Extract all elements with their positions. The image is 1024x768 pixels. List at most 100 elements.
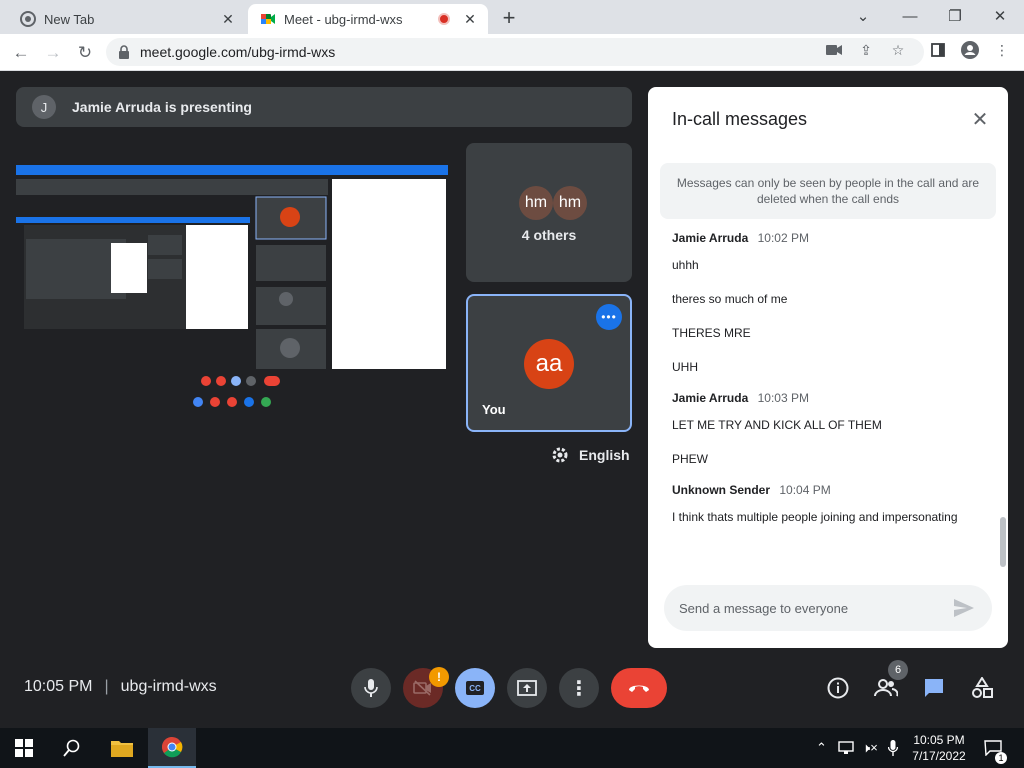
chat-input-box xyxy=(664,585,992,631)
presenting-text: Jamie Arruda is presenting xyxy=(72,99,252,115)
windows-logo-icon xyxy=(15,739,33,757)
more-vert-icon: ⋮ xyxy=(569,677,589,700)
send-icon[interactable] xyxy=(952,596,976,620)
share-icon[interactable]: ⇪ xyxy=(856,40,876,60)
folder-icon xyxy=(111,741,133,757)
bookmark-star-icon[interactable]: ☆ xyxy=(888,40,908,60)
message-header: Jamie Arruda 10:03 PM xyxy=(672,391,992,405)
meeting-details-button[interactable] xyxy=(822,672,854,704)
camera-warning-badge: ! xyxy=(429,667,449,687)
close-tab-icon[interactable]: ✕ xyxy=(460,9,480,29)
more-options-button[interactable]: ⋮ xyxy=(559,668,599,708)
message-text: I think thats multiple people joining an… xyxy=(672,510,958,524)
tab-title: New Tab xyxy=(44,11,95,27)
present-now-button[interactable] xyxy=(507,668,547,708)
volume-muted-icon[interactable]: 🕨× xyxy=(862,728,878,768)
separator: | xyxy=(104,678,109,695)
activities-button[interactable] xyxy=(966,672,998,704)
sender-name: Jamie Arruda xyxy=(672,391,749,405)
captions-button[interactable]: CC xyxy=(455,668,495,708)
message-text: UHH xyxy=(672,360,698,374)
self-tile[interactable]: ••• aa You xyxy=(466,294,632,432)
recording-icon xyxy=(438,13,450,25)
close-panel-icon[interactable]: ✕ xyxy=(968,107,992,131)
tab-search-icon[interactable]: ⌄ xyxy=(851,4,875,28)
camera-in-use-icon[interactable] xyxy=(824,40,844,60)
search-icon xyxy=(63,739,80,757)
gear-icon xyxy=(552,447,568,463)
message-text: uhhh xyxy=(672,258,699,272)
shared-screen-image xyxy=(16,163,450,413)
people-icon xyxy=(874,679,898,697)
back-icon[interactable]: ← xyxy=(8,40,34,66)
panel-title: In-call messages xyxy=(672,109,808,129)
meeting-time: 10:05 PM xyxy=(24,678,93,695)
sender-name: Unknown Sender xyxy=(672,483,771,497)
tray-chevron-icon[interactable]: ⌃ xyxy=(816,728,827,768)
close-tab-icon[interactable]: ✕ xyxy=(218,9,238,29)
url-text: meet.google.com/ubg-irmd-wxs xyxy=(140,44,336,60)
message-text: PHEW xyxy=(672,452,708,466)
address-bar[interactable]: meet.google.com/ubg-irmd-wxs xyxy=(106,38,924,66)
tab-new-tab[interactable]: New Tab ✕ xyxy=(8,4,246,34)
present-screen-icon xyxy=(517,680,537,696)
tab-meet[interactable]: Meet - ubg-irmd-wxs ✕ xyxy=(248,4,488,34)
profile-icon[interactable] xyxy=(960,40,980,60)
presenter-avatar: J xyxy=(32,95,56,119)
tile-more-options-button[interactable]: ••• xyxy=(596,304,622,330)
taskbar-clock[interactable]: 10:05 PM 7/17/2022 xyxy=(905,732,973,764)
network-icon[interactable] xyxy=(838,728,854,768)
chrome-icon xyxy=(162,737,183,758)
captions-language-button[interactable]: English xyxy=(551,446,630,464)
minimize-icon[interactable]: — xyxy=(898,4,922,28)
shared-screen-thumbnail xyxy=(16,163,450,413)
self-label: You xyxy=(482,402,506,417)
close-window-icon[interactable]: ✕ xyxy=(988,4,1012,28)
leave-call-button[interactable] xyxy=(611,668,667,708)
message-time: 10:02 PM xyxy=(757,231,809,245)
browser-tab-strip: New Tab ✕ Meet - ubg-irmd-wxs ✕ + ⌄ — ❐ … xyxy=(0,0,1024,34)
file-explorer-button[interactable] xyxy=(98,728,146,768)
others-count-label: 4 others xyxy=(521,227,577,243)
start-button[interactable] xyxy=(0,728,48,768)
message-text: LET ME TRY AND KICK ALL OF THEM xyxy=(672,418,882,432)
chat-message-input[interactable] xyxy=(679,600,952,616)
others-tile[interactable]: hm hm 4 others xyxy=(466,143,632,282)
avatar: hm xyxy=(519,186,553,220)
microphone-button[interactable] xyxy=(351,668,391,708)
chrome-menu-icon[interactable]: ⋮ xyxy=(992,40,1012,60)
clock-date: 7/17/2022 xyxy=(912,749,966,763)
chrome-taskbar-button[interactable] xyxy=(148,728,196,768)
avatar: hm xyxy=(553,186,587,220)
others-avatars: hm hm xyxy=(519,186,587,220)
side-panel-icon[interactable] xyxy=(928,40,948,60)
taskbar-search-button[interactable] xyxy=(48,728,96,768)
hang-up-icon xyxy=(629,685,649,692)
captions-icon: CC xyxy=(466,681,484,695)
forward-icon[interactable]: → xyxy=(40,40,66,66)
sender-name: Jamie Arruda xyxy=(672,231,749,245)
info-icon xyxy=(827,677,849,699)
reload-icon[interactable]: ↻ xyxy=(72,40,98,66)
message-time: 10:04 PM xyxy=(779,483,831,497)
message-text: theres so much of me xyxy=(672,292,788,306)
tab-title: Meet - ubg-irmd-wxs xyxy=(284,11,403,27)
microphone-tray-icon[interactable] xyxy=(888,728,898,768)
browser-toolbar: ← → ↻ meet.google.com/ubg-irmd-wxs ⇪ ☆ ⋮ xyxy=(0,34,1024,71)
chat-button[interactable] xyxy=(918,672,950,704)
message-scrollbar[interactable] xyxy=(1000,517,1006,567)
windows-taskbar: ⌃ 🕨× 10:05 PM 7/17/2022 xyxy=(0,728,1024,768)
chat-notice: Messages can only be seen by people in t… xyxy=(660,163,996,219)
restore-icon[interactable]: ❐ xyxy=(943,4,967,28)
message-text: THERES MRE xyxy=(672,326,751,340)
self-avatar: aa xyxy=(524,339,574,389)
people-count-badge: 6 xyxy=(888,660,908,680)
new-tab-button[interactable]: + xyxy=(497,5,521,30)
clock-time: 10:05 PM xyxy=(913,733,965,747)
in-call-messages-panel: In-call messages ✕ Messages can only be … xyxy=(648,87,1008,648)
message-time: 10:03 PM xyxy=(757,391,809,405)
message-header: Unknown Sender 10:04 PM xyxy=(672,483,992,497)
notification-count-badge: 1 xyxy=(995,752,1007,764)
chat-icon xyxy=(925,679,943,697)
meeting-info: 10:05 PM | ubg-irmd-wxs xyxy=(24,678,217,696)
